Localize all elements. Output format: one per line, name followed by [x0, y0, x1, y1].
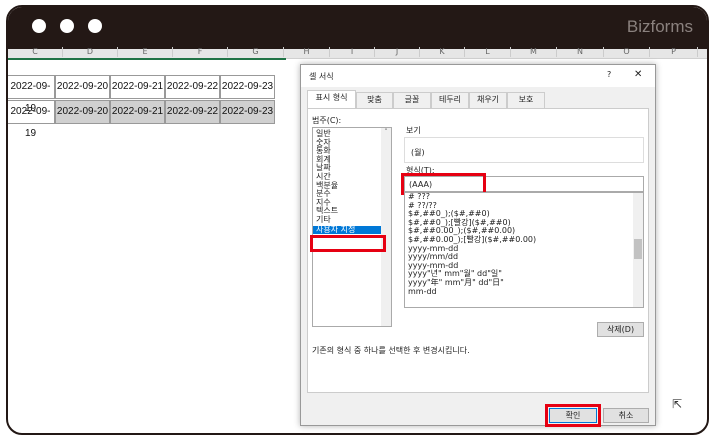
cell[interactable]: 2022-09-20	[55, 100, 110, 124]
format-cells-dialog: 셀 서식 ? ✕ 표시 형식 맞춤 글꼴 테두리 채우기 보호 범주(C): ˄ 일반 숫자…	[300, 64, 656, 427]
mouse-cursor-icon: ⇱	[672, 397, 683, 411]
format-item[interactable]: yyyy"年" mm"月" dd"日"	[405, 278, 643, 288]
cell[interactable]: 2022-09-23	[220, 100, 275, 124]
window-dot-icon[interactable]	[32, 19, 46, 33]
column-header[interactable]: C	[8, 47, 63, 57]
cancel-button[interactable]: 취소	[603, 408, 649, 423]
column-header[interactable]: J	[375, 47, 420, 57]
column-header[interactable]: E	[118, 47, 173, 57]
brand-logo: Bizforms	[626, 17, 693, 36]
cell[interactable]: 2022-09-19	[8, 75, 55, 114]
column-header[interactable]: G	[228, 47, 284, 57]
dialog-title: 셀 서식	[309, 72, 334, 81]
category-list[interactable]: ˄ 일반 숫자 통화 회계 날짜 시간 백분율 분수 지수 텍스트 기타 사용자 지정	[312, 127, 392, 327]
window-dot-icon[interactable]	[60, 19, 74, 33]
tab-1[interactable]: 맞춤	[356, 92, 393, 108]
format-item[interactable]: # ???	[405, 193, 643, 202]
column-header[interactable]: K	[420, 47, 465, 57]
cell[interactable]: 2022-09-22	[165, 100, 220, 124]
column-header[interactable]: O	[604, 47, 650, 57]
preview-box: (월)	[404, 137, 644, 163]
cell[interactable]: 2022-09-21	[110, 75, 165, 99]
column-header[interactable]: M	[511, 47, 557, 57]
highlight-box	[545, 404, 601, 427]
app-frame: Bizforms CDEFGHIJKLMNOP 2022-09-19 2022-0…	[6, 5, 709, 435]
window-dot-icon[interactable]	[88, 19, 102, 33]
column-header[interactable]: N	[557, 47, 604, 57]
cell[interactable]: 2022-09-22	[165, 75, 220, 99]
dialog-header: 셀 서식 ? ✕	[301, 65, 655, 87]
title-bar: Bizforms	[8, 7, 707, 49]
scrollbar[interactable]	[633, 193, 643, 307]
highlight-box	[310, 235, 386, 252]
cell[interactable]: 2022-09-23	[220, 75, 275, 99]
number-tab-panel: 범주(C): ˄ 일반 숫자 통화 회계 날짜 시간 백분율 분수 지수 텍스트 기타 사용자 지정 …	[307, 108, 649, 393]
format-list[interactable]: # ??? # ??/?? $#,##0_);($#,##0) $#,##0_);[빨…	[404, 192, 644, 308]
column-header[interactable]: P	[650, 47, 698, 57]
column-header[interactable]: F	[173, 47, 228, 57]
tab-3[interactable]: 테두리	[431, 92, 469, 108]
tab-4[interactable]: 채우기	[469, 92, 507, 108]
column-header[interactable]: H	[284, 47, 330, 57]
delete-button[interactable]: 삭제(D)	[597, 322, 644, 337]
preview-label: 보기	[406, 126, 421, 135]
column-header[interactable]: I	[330, 47, 375, 57]
scrollbar[interactable]: ˄	[381, 128, 391, 326]
category-item[interactable]: 사용자 지정	[313, 225, 381, 235]
column-header[interactable]: D	[63, 47, 118, 57]
category-label: 범주(C):	[312, 116, 342, 125]
tab-0[interactable]: 표시 형식	[307, 90, 356, 109]
cell[interactable]: 2022-09-20	[55, 75, 110, 99]
tab-5[interactable]: 보호	[507, 92, 545, 108]
tab-2[interactable]: 글꼴	[393, 92, 431, 108]
close-icon[interactable]: ✕	[634, 69, 642, 80]
preview-value: (월)	[411, 148, 425, 157]
category-item[interactable]: 기타	[313, 215, 391, 225]
column-header[interactable]: L	[465, 47, 511, 57]
cell[interactable]: 2022-09-21	[110, 100, 165, 124]
selection-indicator	[8, 58, 286, 60]
format-item[interactable]: mm-dd	[405, 287, 643, 297]
description-text: 기존의 형식 중 하나를 선택한 후 변경시킵니다.	[312, 346, 470, 355]
cell[interactable]: 2022-09-19	[8, 100, 55, 139]
help-button[interactable]: ?	[607, 70, 611, 79]
